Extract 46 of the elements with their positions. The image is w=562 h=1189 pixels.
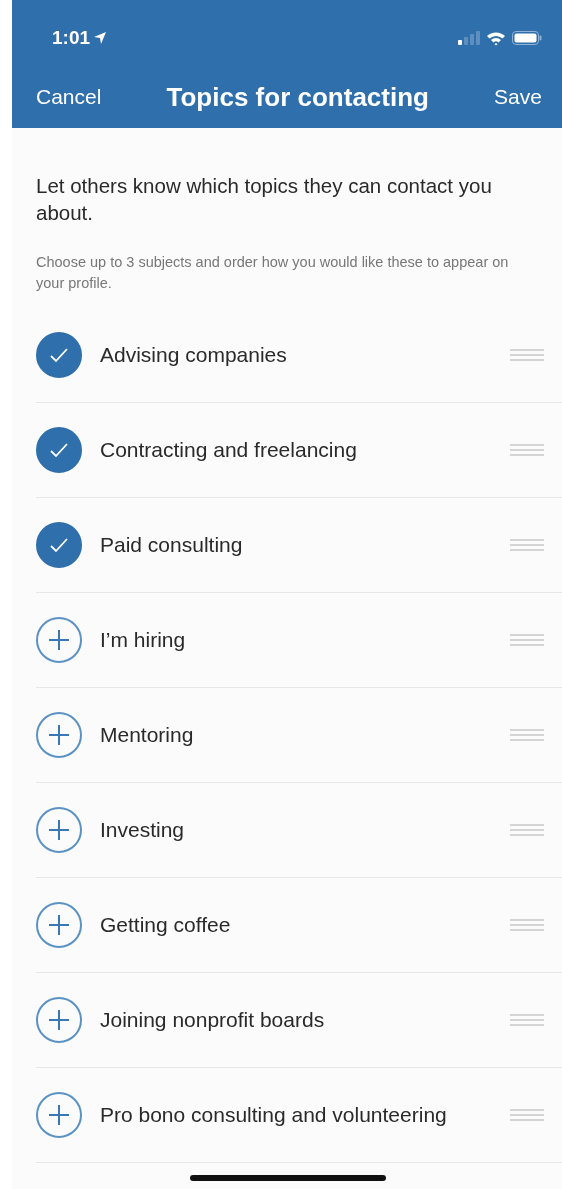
- status-time: 1:01: [52, 27, 91, 49]
- topic-label: Getting coffee: [100, 913, 232, 937]
- topic-label: Advising companies: [100, 343, 288, 367]
- topic-label: Contracting and freelancing: [100, 438, 358, 462]
- cancel-button[interactable]: Cancel: [36, 85, 102, 109]
- add-toggle[interactable]: [36, 712, 82, 758]
- plus-icon: [48, 724, 70, 746]
- wifi-icon: [486, 30, 506, 46]
- add-toggle[interactable]: [36, 1092, 82, 1138]
- location-arrow-icon: [93, 31, 108, 45]
- topic-label: Joining nonprofit boards: [100, 1008, 326, 1032]
- drag-handle-icon[interactable]: [510, 349, 544, 361]
- checked-toggle[interactable]: [36, 332, 82, 378]
- plus-icon: [48, 629, 70, 651]
- drag-handle-icon[interactable]: [510, 919, 544, 931]
- intro-text: Let others know which topics they can contact you about.: [36, 173, 493, 226]
- hint-text: Choose up to 3 subjects and order how you would like these to appear on your profile.: [36, 253, 510, 293]
- checkmark-icon: [49, 537, 69, 553]
- signal-icon: [458, 31, 480, 45]
- drag-handle-icon[interactable]: [510, 444, 544, 456]
- battery-icon: [512, 31, 542, 45]
- drag-handle-icon[interactable]: [510, 539, 544, 551]
- plus-icon: [48, 914, 70, 936]
- topic-label: Paid consulting: [100, 533, 244, 557]
- add-toggle[interactable]: [36, 617, 82, 663]
- checkmark-icon: [49, 442, 69, 458]
- plus-icon: [48, 1104, 70, 1126]
- plus-icon: [48, 819, 70, 841]
- checked-toggle[interactable]: [36, 427, 82, 473]
- drag-handle-icon[interactable]: [510, 634, 544, 646]
- checkmark-icon: [49, 347, 69, 363]
- drag-handle-icon[interactable]: [510, 729, 544, 741]
- topic-label: Mentoring: [100, 723, 195, 747]
- checked-toggle[interactable]: [36, 522, 82, 568]
- drag-handle-icon[interactable]: [510, 824, 544, 836]
- drag-handle-icon[interactable]: [510, 1109, 544, 1121]
- topic-label: Investing: [100, 818, 186, 842]
- add-toggle[interactable]: [36, 902, 82, 948]
- add-toggle[interactable]: [36, 997, 82, 1043]
- save-button[interactable]: Save: [494, 85, 542, 109]
- add-toggle[interactable]: [36, 807, 82, 853]
- drag-handle-icon[interactable]: [510, 1014, 544, 1026]
- screen-title: Topics for contacting: [166, 81, 429, 113]
- plus-icon: [48, 1009, 70, 1031]
- topic-label: I’m hiring: [100, 628, 187, 652]
- topic-label: Pro bono consulting and volunteering: [100, 1103, 448, 1127]
